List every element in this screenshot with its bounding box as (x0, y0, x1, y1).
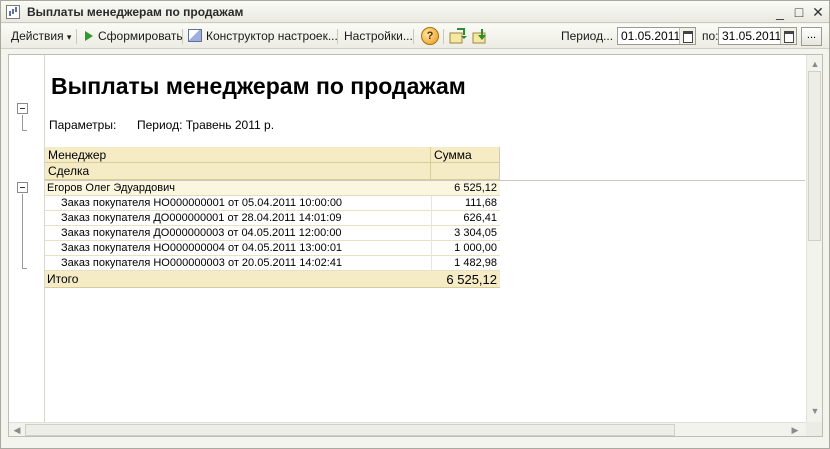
total-label[interactable]: Итого (45, 271, 431, 288)
calendar-icon[interactable] (780, 28, 796, 44)
outline-line (22, 130, 27, 131)
table-row-sum[interactable]: 3 304,05 (431, 226, 500, 241)
close-button[interactable]: ✕ (810, 4, 826, 20)
constructor-icon (188, 29, 202, 42)
scroll-up-icon[interactable]: ▲ (808, 58, 822, 70)
minimize-button[interactable]: _ (772, 4, 788, 20)
column-header-deal[interactable]: Сделка (45, 163, 431, 180)
report-document[interactable]: Выплаты менеджерам по продажам Параметры… (8, 54, 823, 437)
horizontal-scroll-thumb[interactable] (25, 424, 675, 436)
outline-line (22, 268, 27, 269)
total-sum[interactable]: 6 525,12 (431, 271, 500, 288)
table-row-sum[interactable]: 626,41 (431, 211, 500, 226)
period-from-field[interactable]: 01.05.2011 (617, 27, 696, 45)
load-variant-icon[interactable] (472, 27, 490, 45)
generate-label: Сформировать (98, 29, 183, 43)
report-title: Выплаты менеджерам по продажам (51, 73, 466, 99)
to-label: по: (702, 29, 719, 43)
table-row-deal[interactable]: Заказ покупателя НО000000004 от 04.05.20… (45, 241, 431, 256)
horizontal-scrollbar[interactable]: ◀ ▶ (9, 422, 806, 436)
params-label: Параметры: (49, 118, 117, 132)
toolbar-separator (413, 29, 414, 44)
column-header-manager[interactable]: Менеджер (45, 147, 431, 163)
table-row-sum[interactable]: 1 482,98 (431, 256, 500, 271)
generate-button[interactable]: Сформировать (85, 28, 183, 45)
collapse-group-button[interactable] (17, 182, 28, 193)
group-manager-name[interactable]: Егоров Олег Эдуардович (45, 181, 431, 196)
save-variant-icon[interactable] (449, 27, 467, 45)
maximize-button[interactable]: □ (791, 4, 807, 20)
scroll-corner (806, 422, 822, 436)
actions-label: Действия (11, 29, 64, 43)
constructor-button[interactable]: Конструктор настроек... (188, 28, 338, 45)
collapse-header-button[interactable] (17, 103, 28, 114)
period-to-field[interactable]: 31.05.2011 (718, 27, 797, 45)
outline-line (22, 115, 23, 130)
report-window: Выплаты менеджерам по продажам _ □ ✕ Дей… (0, 0, 830, 449)
scroll-down-icon[interactable]: ▼ (808, 405, 822, 417)
toolbar-separator (337, 29, 338, 44)
period-to-value: 31.05.2011 (722, 29, 782, 43)
period-label[interactable]: Период... (561, 28, 613, 45)
period-from-value: 01.05.2011 (621, 29, 681, 43)
chevron-down-icon: ▾ (66, 32, 72, 42)
scroll-left-icon[interactable]: ◀ (10, 424, 24, 436)
table-row-deal[interactable]: Заказ покупателя НО000000001 от 05.04.20… (45, 196, 431, 211)
constructor-label: Конструктор настроек... (206, 29, 338, 43)
outline-line (22, 194, 23, 268)
actions-menu[interactable]: Действия ▾ (11, 28, 71, 45)
window-title: Выплаты менеджерам по продажам (27, 5, 244, 19)
column-header-sum[interactable]: Сумма (431, 147, 500, 163)
settings-button[interactable]: Настройки... (344, 28, 413, 45)
scroll-right-icon[interactable]: ▶ (788, 424, 802, 436)
title-bar: Выплаты менеджерам по продажам _ □ ✕ (1, 1, 829, 23)
group-sum[interactable]: 6 525,12 (431, 181, 500, 196)
calendar-icon[interactable] (679, 28, 695, 44)
table-row-deal[interactable]: Заказ покупателя ДО000000003 от 04.05.20… (45, 226, 431, 241)
period-select-button[interactable]: ... (801, 27, 822, 46)
vertical-scroll-thumb[interactable] (808, 71, 821, 241)
column-header-empty (431, 163, 500, 180)
table-row-sum[interactable]: 111,68 (431, 196, 500, 211)
vertical-scrollbar[interactable]: ▲ ▼ (806, 55, 822, 422)
app-icon (6, 5, 20, 19)
table-row-sum[interactable]: 1 000,00 (431, 241, 500, 256)
table-row-deal[interactable]: Заказ покупателя НО000000003 от 20.05.20… (45, 256, 431, 271)
toolbar-separator (76, 29, 77, 44)
play-icon (85, 31, 93, 41)
help-icon[interactable]: ? (421, 27, 439, 45)
toolbar: Действия ▾ Сформировать Конструктор наст… (1, 24, 829, 49)
params-value: Период: Травень 2011 р. (137, 118, 275, 132)
table-row-deal[interactable]: Заказ покупателя ДО000000001 от 28.04.20… (45, 211, 431, 226)
toolbar-separator (443, 29, 444, 44)
toolbar-separator (182, 29, 183, 44)
